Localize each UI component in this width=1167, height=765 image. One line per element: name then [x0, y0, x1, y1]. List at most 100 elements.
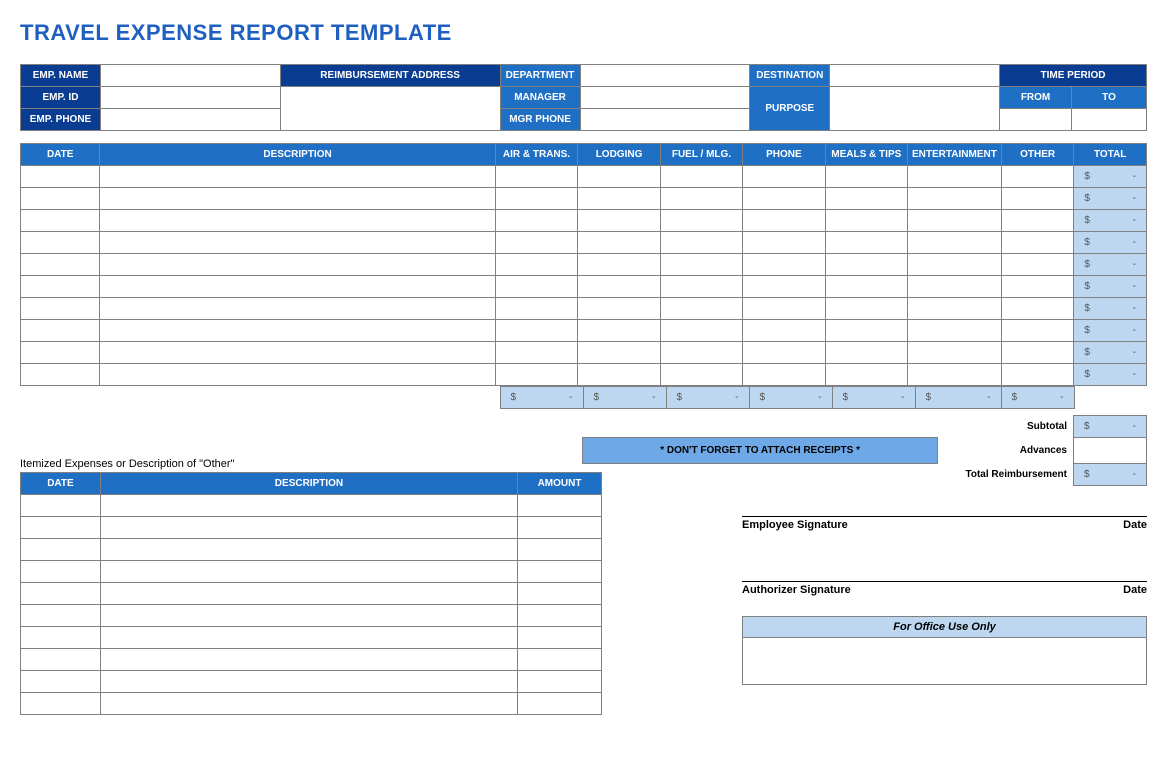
expense-cell[interactable] [578, 298, 661, 320]
expense-cell[interactable] [100, 364, 495, 386]
expense-cell[interactable] [21, 166, 100, 188]
expense-cell[interactable] [495, 298, 577, 320]
itemized-cell[interactable] [518, 605, 602, 627]
expense-cell[interactable] [825, 320, 907, 342]
itemized-cell[interactable] [518, 495, 602, 517]
expense-cell[interactable] [908, 254, 1002, 276]
expense-cell[interactable] [495, 342, 577, 364]
expense-cell[interactable] [825, 232, 907, 254]
itemized-cell[interactable] [21, 627, 101, 649]
expense-cell[interactable] [660, 232, 742, 254]
itemized-cell[interactable] [21, 561, 101, 583]
expense-cell[interactable] [100, 276, 495, 298]
itemized-cell[interactable] [518, 583, 602, 605]
expense-cell[interactable] [21, 254, 100, 276]
itemized-cell[interactable] [518, 517, 602, 539]
itemized-cell[interactable] [100, 583, 517, 605]
expense-cell[interactable] [578, 166, 661, 188]
expense-cell[interactable] [21, 276, 100, 298]
field-from[interactable] [1000, 109, 1072, 131]
expense-cell[interactable] [495, 276, 577, 298]
expense-cell[interactable] [825, 276, 907, 298]
expense-cell[interactable] [743, 298, 825, 320]
expense-cell[interactable] [660, 276, 742, 298]
itemized-cell[interactable] [100, 561, 517, 583]
expense-cell[interactable] [825, 210, 907, 232]
expense-cell[interactable] [660, 254, 742, 276]
expense-cell[interactable] [21, 298, 100, 320]
expense-cell[interactable] [660, 298, 742, 320]
itemized-cell[interactable] [100, 605, 517, 627]
expense-cell[interactable] [743, 342, 825, 364]
office-use-body[interactable] [743, 638, 1146, 684]
expense-cell[interactable] [825, 342, 907, 364]
expense-cell[interactable] [660, 320, 742, 342]
expense-cell[interactable] [1001, 342, 1074, 364]
employee-signature-line[interactable]: Employee Signature Date [742, 516, 1147, 531]
expense-cell[interactable] [578, 210, 661, 232]
field-reimb-addr[interactable] [280, 87, 500, 131]
itemized-cell[interactable] [518, 693, 602, 715]
expense-cell[interactable] [578, 188, 661, 210]
itemized-cell[interactable] [100, 539, 517, 561]
expense-cell[interactable] [495, 232, 577, 254]
expense-cell[interactable] [495, 364, 577, 386]
expense-cell[interactable] [743, 276, 825, 298]
expense-cell[interactable] [908, 232, 1002, 254]
expense-cell[interactable] [1001, 364, 1074, 386]
expense-cell[interactable] [743, 320, 825, 342]
field-purpose[interactable] [830, 87, 1000, 131]
expense-cell[interactable] [1001, 210, 1074, 232]
expense-cell[interactable] [660, 188, 742, 210]
expense-cell[interactable] [1001, 232, 1074, 254]
expense-cell[interactable] [1001, 320, 1074, 342]
field-to[interactable] [1072, 109, 1147, 131]
itemized-cell[interactable] [21, 539, 101, 561]
expense-cell[interactable] [21, 320, 100, 342]
expense-cell[interactable] [100, 210, 495, 232]
expense-cell[interactable] [100, 320, 495, 342]
expense-cell[interactable] [578, 254, 661, 276]
expense-cell[interactable] [578, 342, 661, 364]
expense-cell[interactable] [495, 188, 577, 210]
expense-cell[interactable] [495, 254, 577, 276]
expense-cell[interactable] [1001, 298, 1074, 320]
expense-cell[interactable] [100, 166, 495, 188]
field-manager[interactable] [580, 87, 750, 109]
expense-cell[interactable] [908, 166, 1002, 188]
itemized-cell[interactable] [21, 583, 101, 605]
field-destination[interactable] [830, 65, 1000, 87]
expense-cell[interactable] [21, 210, 100, 232]
itemized-cell[interactable] [21, 517, 101, 539]
itemized-cell[interactable] [21, 693, 101, 715]
expense-cell[interactable] [21, 342, 100, 364]
field-emp-phone[interactable] [100, 109, 280, 131]
expense-cell[interactable] [908, 276, 1002, 298]
expense-cell[interactable] [1001, 188, 1074, 210]
expense-cell[interactable] [825, 298, 907, 320]
expense-cell[interactable] [825, 254, 907, 276]
expense-cell[interactable] [100, 342, 495, 364]
expense-cell[interactable] [743, 210, 825, 232]
itemized-cell[interactable] [21, 605, 101, 627]
expense-cell[interactable] [21, 232, 100, 254]
expense-cell[interactable] [100, 232, 495, 254]
expense-cell[interactable] [660, 166, 742, 188]
itemized-cell[interactable] [100, 671, 517, 693]
expense-cell[interactable] [495, 166, 577, 188]
expense-cell[interactable] [100, 254, 495, 276]
itemized-cell[interactable] [21, 649, 101, 671]
expense-cell[interactable] [908, 342, 1002, 364]
expense-cell[interactable] [660, 210, 742, 232]
itemized-cell[interactable] [518, 649, 602, 671]
authorizer-signature-line[interactable]: Authorizer Signature Date [742, 581, 1147, 596]
expense-cell[interactable] [743, 254, 825, 276]
expense-cell[interactable] [495, 320, 577, 342]
itemized-cell[interactable] [21, 495, 101, 517]
expense-cell[interactable] [578, 232, 661, 254]
expense-cell[interactable] [743, 188, 825, 210]
itemized-cell[interactable] [518, 539, 602, 561]
itemized-cell[interactable] [518, 627, 602, 649]
expense-cell[interactable] [743, 364, 825, 386]
expense-cell[interactable] [1001, 254, 1074, 276]
